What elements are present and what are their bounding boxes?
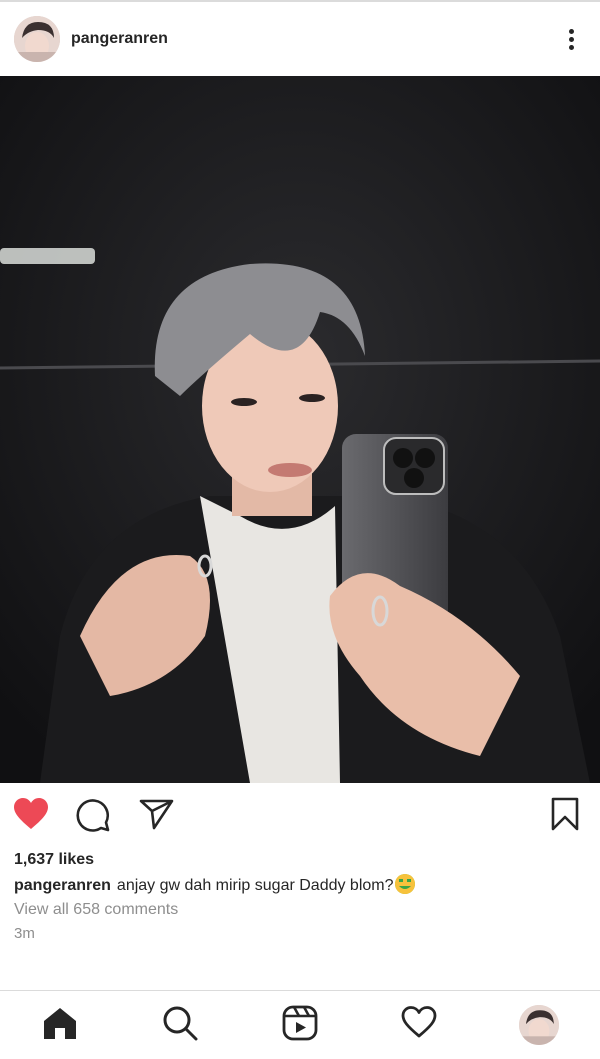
caption-username[interactable]: pangeranren bbox=[14, 877, 111, 894]
post-actions bbox=[0, 783, 600, 847]
post-username[interactable]: pangeranren bbox=[71, 30, 168, 48]
bottom-nav bbox=[0, 990, 600, 1059]
post-time: 3m bbox=[14, 925, 35, 942]
heart-filled-icon[interactable] bbox=[13, 797, 49, 836]
more-options-icon[interactable] bbox=[564, 24, 578, 54]
caption: pangeranren anjay gw dah mirip sugar Dadd… bbox=[14, 874, 586, 898]
reels-icon[interactable] bbox=[282, 1005, 318, 1046]
money-mouth-face-icon bbox=[394, 874, 415, 894]
search-icon[interactable] bbox=[162, 1005, 198, 1046]
home-icon[interactable] bbox=[42, 1005, 78, 1046]
bookmark-icon[interactable] bbox=[550, 797, 580, 836]
send-icon[interactable] bbox=[139, 797, 175, 836]
user-avatar[interactable] bbox=[14, 16, 60, 62]
likes-count[interactable]: 1,637 likes bbox=[14, 850, 586, 874]
post-meta: 1,637 likes pangeranren anjay gw dah miri… bbox=[14, 850, 586, 946]
post-header: pangeranren bbox=[0, 2, 600, 76]
post-photo[interactable] bbox=[0, 76, 600, 783]
heart-icon[interactable] bbox=[401, 1005, 437, 1044]
profile-avatar[interactable] bbox=[519, 1005, 559, 1045]
comment-icon[interactable] bbox=[75, 797, 111, 838]
caption-text: anjay gw dah mirip sugar Daddy blom? bbox=[116, 877, 394, 894]
view-comments-link[interactable]: View all 658 comments bbox=[14, 898, 586, 922]
